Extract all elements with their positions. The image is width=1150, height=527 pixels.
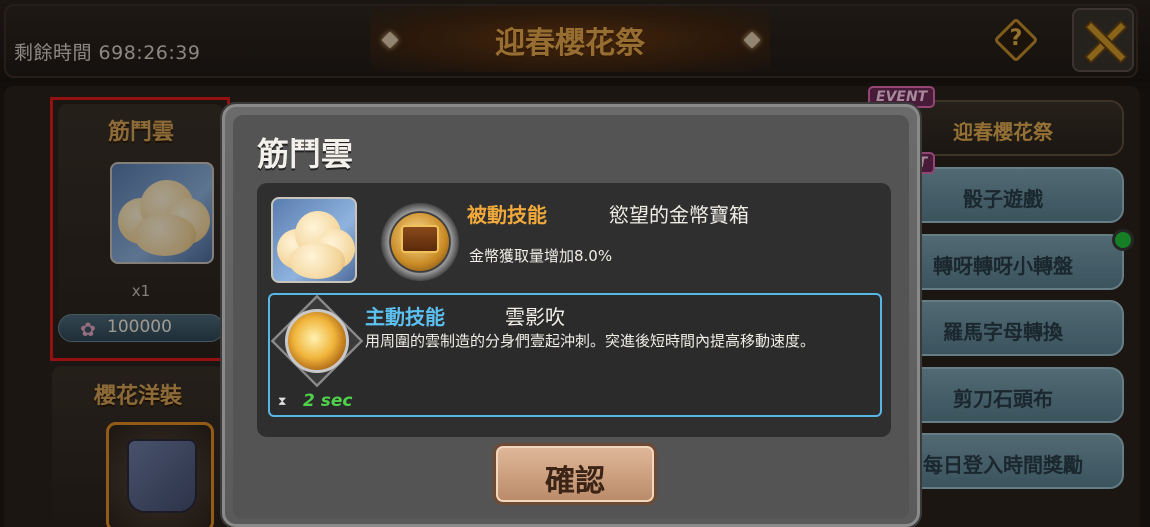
confirm-button-label: 確認 <box>545 464 605 499</box>
passive-skill-name: 慾望的金幣寶箱 <box>609 203 749 227</box>
dialog-title: 筋鬥雲 <box>257 135 354 173</box>
passive-skill-label: 被動技能 <box>467 203 547 227</box>
active-skill-label: 主動技能 <box>365 305 445 329</box>
treasure-chest-icon <box>381 203 459 281</box>
skill-cooldown: 2 sec <box>303 391 353 411</box>
active-skill-description: 用周圍的雲制造的分身們壹起沖刺。突進後短時間內提高移動速度。 <box>365 332 816 350</box>
skill-info-dialog: 筋鬥雲 被動技能 慾望的金幣寶箱 金幣獲取量增加8.0% 主動技能 雲影吹 用周… <box>222 104 920 527</box>
somersault-cloud-icon <box>271 197 357 283</box>
active-skill-box <box>268 293 882 417</box>
active-skill-name: 雲影吹 <box>505 305 565 329</box>
hourglass-icon: ⧗ <box>278 394 287 408</box>
cloud-dash-skill-icon <box>270 294 364 388</box>
confirm-button[interactable]: 確認 <box>493 443 657 505</box>
passive-skill-description: 金幣獲取量增加8.0% <box>469 247 613 265</box>
